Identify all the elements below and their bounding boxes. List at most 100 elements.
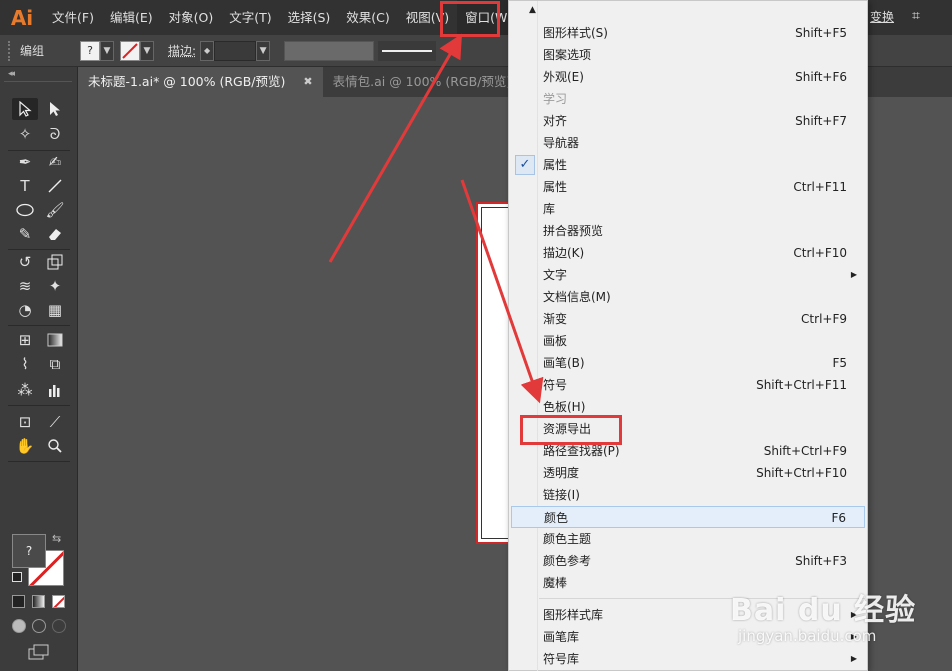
menu-item-0[interactable]: 图形样式(S) Shift+F5 [511,22,865,44]
paintbrush-tool-icon[interactable]: 🖌 [42,199,68,221]
menu-item-shortcut: Shift+F3 [795,554,847,568]
menu-item-shortcut: Shift+F7 [795,114,847,128]
menu-item-shortcut: Shift+F5 [795,26,847,40]
eraser-tool-icon[interactable] [42,223,68,245]
menu-item-14[interactable]: 画板 [511,330,865,352]
menu-file[interactable]: 文件(F) [44,0,102,35]
menu-item-label: 外观(E) [543,70,584,84]
watermark-logo: Bai du 经验 [730,593,917,628]
artboard-tool-icon[interactable]: ⊡ [12,411,38,433]
slice-tool-icon[interactable]: ⟋ [42,411,68,433]
menu-item-1[interactable]: 图案选项 [511,44,865,66]
lasso-tool-icon[interactable]: ᘐ [42,123,68,145]
fill-color-swatch[interactable]: ? [12,534,46,568]
menu-item-10[interactable]: 描边(K) Ctrl+F10 [511,242,865,264]
artboard-content [481,207,511,539]
warp-tool-icon[interactable]: ≋ [12,275,38,297]
menu-item-23[interactable]: 颜色主题 [511,528,865,550]
menu-item-label: 描边(K) [543,246,585,260]
menu-item-20[interactable]: 透明度 Shift+Ctrl+F10 [511,462,865,484]
fill-dropdown-chevron-icon[interactable]: ▼ [100,40,114,61]
puppet-warp-tool-icon[interactable]: ✦ [42,275,68,297]
default-fill-stroke-icon[interactable] [12,572,22,582]
menu-item-22[interactable]: 颜色 F6 [511,506,865,528]
highlight-asset-export [520,415,622,445]
menu-item-2[interactable]: 外观(E) Shift+F6 [511,66,865,88]
eyedropper-tool-icon[interactable]: ⌇ [12,353,38,375]
align-icon[interactable]: ⌗ [912,8,928,24]
direct-selection-tool-icon[interactable] [42,98,68,120]
menu-effect[interactable]: 效果(C) [338,0,397,35]
mesh-tool-icon[interactable]: ⊞ [12,329,38,351]
variable-width-profile[interactable] [284,40,375,61]
menu-item-16[interactable]: 符号 Shift+Ctrl+F11 [511,374,865,396]
menu-item-11[interactable]: 文字 ▶ [511,264,865,286]
menu-item-21[interactable]: 链接(I) [511,484,865,506]
menu-item-label: 拼合器预览 [543,224,604,238]
scale-tool-icon[interactable] [42,251,68,273]
gradient-mode-icon[interactable] [32,595,45,608]
menu-item-9[interactable]: 拼合器预览 [511,220,865,242]
menu-item-4[interactable]: 对齐 Shift+F7 [511,110,865,132]
tab-untitled[interactable]: 未标题-1.ai* @ 100% (RGB/预览) ✖ [78,67,323,97]
pen-tool-icon[interactable]: ✒ [12,151,38,173]
menu-item-5[interactable]: 导航器 [511,132,865,154]
stroke-stepper-icon[interactable]: ◆ [200,40,215,61]
draw-inside-icon[interactable] [52,619,66,633]
stroke-dropdown-chevron-icon[interactable]: ▼ [140,40,154,61]
stroke-color-swatch[interactable] [120,40,140,61]
type-tool-icon[interactable]: T [12,175,38,197]
highlight-window-menu [440,1,500,37]
collapse-panel-icon[interactable]: ◂◂ [8,69,15,79]
menu-object[interactable]: 对象(O) [161,0,222,35]
brush-definition[interactable] [378,40,437,61]
column-graph-tool-icon[interactable] [42,379,68,401]
screen-mode-icon[interactable] [26,641,52,663]
menu-edit[interactable]: 编辑(E) [102,0,161,35]
menu-item-shortcut: Shift+Ctrl+F10 [756,466,847,480]
menu-type[interactable]: 文字(T) [221,0,279,35]
menu-item-6[interactable]: ✓ 属性 [511,154,865,176]
close-icon[interactable]: ✖ [303,67,312,97]
line-tool-icon[interactable] [42,175,68,197]
menu-item-shortcut: Ctrl+F11 [793,180,847,194]
scroll-up-icon[interactable]: ▲ [529,5,536,15]
shaper-tool-icon[interactable]: ✎ [12,223,38,245]
ellipse-tool-icon[interactable] [12,199,38,221]
stroke-weight-chevron-icon[interactable]: ▼ [256,40,271,61]
menu-item-15[interactable]: 画笔(B) F5 [511,352,865,374]
window-menu-dropdown: ▲ 图形样式(S) Shift+F5 图案选项 外观(E) Shift+F6 学习 对齐 Sh… [508,0,868,671]
menu-item-8[interactable]: 库 [511,198,865,220]
color-mode-icon[interactable] [12,595,25,608]
menu-item-24[interactable]: 颜色参考 Shift+F3 [511,550,865,572]
gradient-tool-icon[interactable] [42,329,68,351]
selection-tool-icon[interactable] [12,98,38,120]
menu-item-label: 库 [543,202,556,216]
selection-type-label: 编组 [20,44,45,58]
menu-item-label: 透明度 [543,466,580,480]
blend-tool-icon[interactable]: ⧉ [42,353,68,375]
symbol-sprayer-tool-icon[interactable]: ⁂ [12,379,38,401]
stroke-weight-input[interactable] [214,40,257,61]
menu-select[interactable]: 选择(S) [280,0,339,35]
draw-normal-icon[interactable] [12,619,26,633]
stroke-weight-label[interactable]: 描边: [168,42,196,59]
zoom-tool-icon[interactable] [42,435,68,457]
grip-handle[interactable] [8,40,12,61]
magic-wand-tool-icon[interactable]: ✧ [12,123,38,145]
menu-item-13[interactable]: 渐变 Ctrl+F9 [511,308,865,330]
menu-item-7[interactable]: 属性 Ctrl+F11 [511,176,865,198]
shape-builder-tool-icon[interactable]: ◔ [12,299,38,321]
perspective-grid-tool-icon[interactable]: ▦ [42,299,68,321]
swap-fill-stroke-icon[interactable]: ⇆ [52,532,61,545]
menu-item-3: 学习 [511,88,865,110]
rotate-tool-icon[interactable]: ↺ [12,251,38,273]
draw-behind-icon[interactable] [32,619,46,633]
fill-color-swatch[interactable]: ? [80,40,100,61]
none-mode-icon[interactable] [52,595,65,608]
menu-item-12[interactable]: 文档信息(M) [511,286,865,308]
hand-tool-icon[interactable]: ✋ [12,435,38,457]
panel-header[interactable] [4,81,72,87]
transform-link[interactable]: 变换 [870,8,894,25]
curvature-tool-icon[interactable]: ✍ [42,151,68,173]
